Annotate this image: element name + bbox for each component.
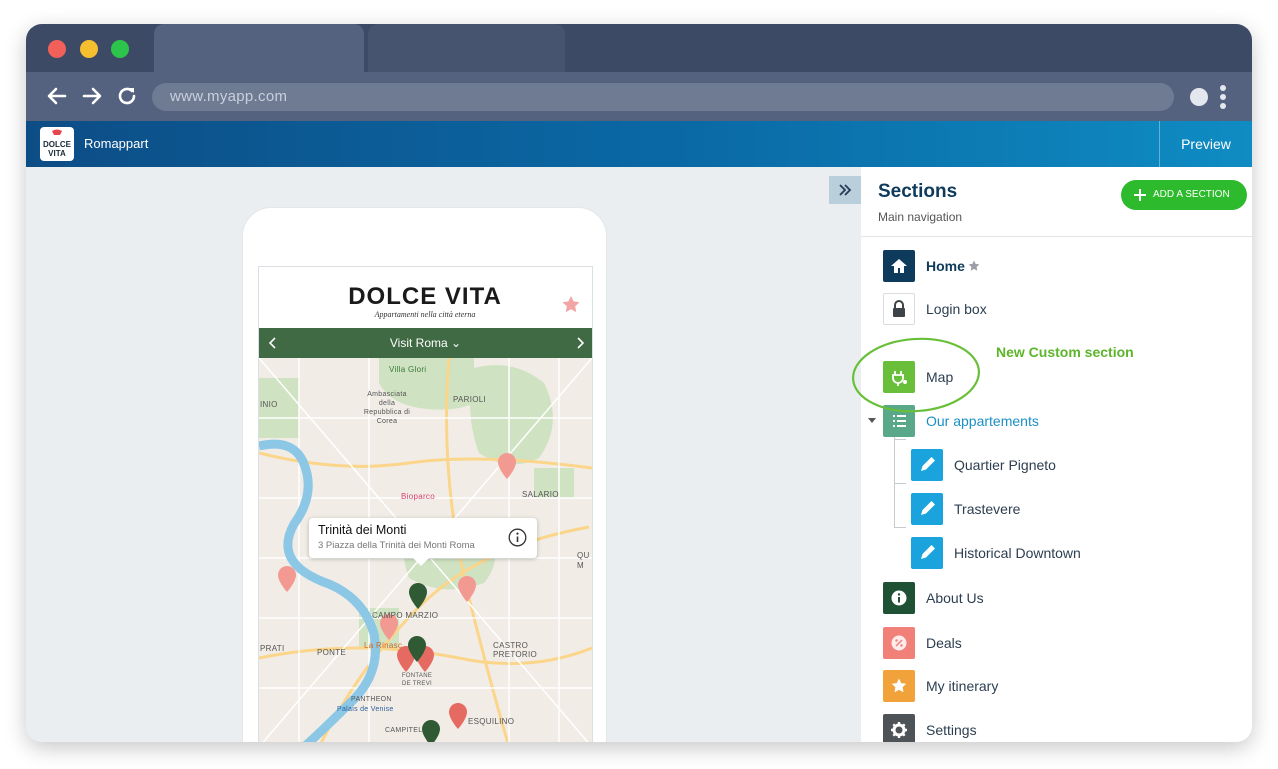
browser-toolbar: www.myapp.com [26, 72, 1252, 121]
map-label: CASTRO PRETORIO [493, 641, 538, 659]
info-circle-icon[interactable] [508, 528, 527, 547]
star-icon [883, 670, 915, 702]
browser-tab-active[interactable] [154, 24, 364, 72]
pencil-icon [911, 537, 943, 569]
app-name: Romappart [84, 136, 149, 151]
pencil-icon [911, 493, 943, 525]
svg-text:DOLCE: DOLCE [43, 140, 72, 149]
browser-window: www.myapp.com DOLCE VITA Romappart Previ… [26, 24, 1252, 742]
section-label: Home [926, 258, 965, 274]
map-label: Ambasciata della Repubblica di Corea [363, 391, 411, 425]
add-section-label: ADD A SECTION [1153, 189, 1230, 200]
map-label: PARIOLI [453, 395, 487, 404]
reload-icon[interactable] [115, 84, 139, 108]
tree-connector [894, 483, 906, 484]
browser-tab[interactable] [368, 24, 565, 72]
preview-canvas: DOLCE VITA Appartamenti nella città eter… [26, 167, 861, 742]
panel-divider [861, 236, 1252, 237]
app-header: DOLCE VITA Romappart Preview [26, 121, 1252, 167]
section-label: Settings [926, 722, 977, 738]
map-label: Villa Glori [389, 365, 427, 374]
favorite-star-icon[interactable] [562, 296, 580, 313]
forward-arrow-icon[interactable] [80, 84, 104, 108]
add-section-button[interactable]: ADD A SECTION [1121, 180, 1247, 210]
maximize-window-button[interactable] [111, 40, 129, 58]
gear-icon [883, 714, 915, 742]
section-label: Trastevere [954, 501, 1021, 517]
phone-screen: DOLCE VITA Appartamenti nella città eter… [258, 266, 593, 742]
map-label: INIO [260, 400, 278, 409]
home-icon [883, 250, 915, 282]
map-label: FONTANE DE TREVI [401, 673, 433, 687]
map-label: SALARIO [522, 490, 559, 499]
percent-badge-icon [883, 627, 915, 659]
collapse-panel-button[interactable] [829, 176, 861, 204]
chevron-down-icon: ⌄ [451, 336, 462, 350]
map-view[interactable]: Villa Glori Ambasciata della Repubblica … [259, 357, 592, 742]
map-label: La Rinasc [364, 641, 403, 650]
lock-icon [883, 293, 915, 325]
highlight-circle [852, 337, 980, 413]
svg-text:VITA: VITA [48, 149, 66, 158]
info-icon [883, 582, 915, 614]
map-callout[interactable]: Trinità dei Monti 3 Piazza della Trinità… [309, 518, 537, 566]
visit-title-label: Visit Roma [389, 336, 448, 350]
brand-subtitle: Appartamenti nella città eterna [374, 310, 476, 319]
sections-panel: Sections Main navigation ADD A SECTION H… [852, 167, 1252, 742]
back-arrow-icon[interactable] [45, 84, 69, 108]
map-label: PRATI [260, 644, 285, 653]
sections-title: Sections [878, 181, 958, 202]
plus-icon [1134, 189, 1146, 201]
section-label: Login box [926, 301, 987, 317]
phone-nav-bar: Visit Roma ⌄ [259, 328, 592, 358]
visit-title[interactable]: Visit Roma ⌄ [259, 328, 592, 358]
address-bar[interactable]: www.myapp.com [152, 83, 1174, 111]
double-chevron-right-icon [839, 184, 852, 196]
callout-address: 3 Piazza della Trinità dei Monti Roma [318, 540, 475, 551]
preview-button[interactable]: Preview [1159, 121, 1252, 167]
app-logo: DOLCE VITA [40, 127, 74, 161]
default-star-icon [968, 260, 980, 271]
map-label: CAMPITEL [385, 727, 423, 734]
section-label: Quartier Pigneto [954, 457, 1056, 473]
minimize-window-button[interactable] [80, 40, 98, 58]
caret-down-icon[interactable] [868, 416, 876, 424]
callout-title: Trinità dei Monti [318, 523, 407, 537]
tree-connector [894, 527, 906, 528]
map-label: PONTE [317, 648, 347, 657]
section-label: Historical Downtown [954, 545, 1081, 561]
section-label: My itinerary [926, 678, 999, 694]
phone-mockup: DOLCE VITA Appartamenti nella città eter… [243, 208, 606, 742]
section-label: About Us [926, 590, 984, 606]
sections-subtitle: Main navigation [878, 210, 963, 224]
browser-tab-bar [26, 24, 1252, 72]
map-label: Bioparco [401, 492, 435, 501]
close-window-button[interactable] [48, 40, 66, 58]
map-label: QU M [577, 551, 590, 570]
phone-brand-header: DOLCE VITA Appartamenti nella città eter… [259, 267, 592, 328]
section-label: Deals [926, 635, 962, 651]
pencil-icon [911, 449, 943, 481]
map-label: PANTHEON [351, 696, 392, 703]
more-menu-icon[interactable] [1219, 84, 1227, 110]
brand-title: DOLCE VITA [348, 283, 502, 310]
map-label: ESQUILINO [468, 717, 515, 726]
chevron-right-icon[interactable] [576, 337, 584, 349]
profile-icon[interactable] [1190, 88, 1208, 106]
callout-pointer [413, 558, 429, 566]
map-label: Palais de Venise [337, 706, 394, 713]
new-custom-section-annotation: New Custom section [996, 344, 1134, 360]
map-label: CAMPO MARZIO [372, 611, 439, 620]
tree-connector [894, 439, 906, 440]
